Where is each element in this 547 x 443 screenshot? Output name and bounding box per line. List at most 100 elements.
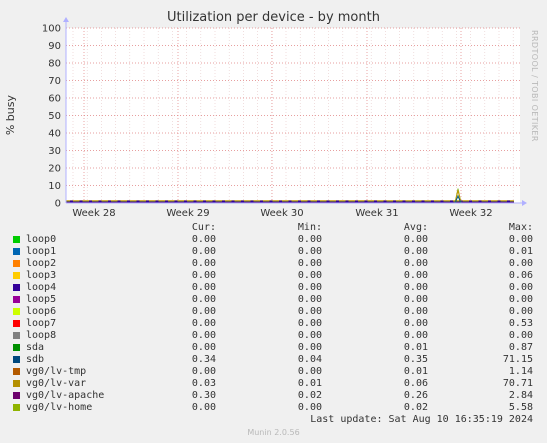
legend-row: vg0/lv-var 0.03 0.01 0.06 70.71 bbox=[0, 378, 547, 390]
legend-value-cur: 0.00 bbox=[191, 270, 216, 281]
y-tick-label: 10 bbox=[48, 181, 61, 192]
legend-header-row: Cur: Min: Avg: Max: bbox=[0, 222, 547, 234]
y-tick-label: 0 bbox=[55, 199, 61, 210]
legend-value-max: 0.00 bbox=[508, 294, 533, 305]
legend-value-avg: 0.06 bbox=[403, 378, 428, 389]
y-tick-label: 20 bbox=[48, 164, 61, 175]
header-cur: Cur: bbox=[191, 222, 216, 233]
legend-value-avg: 0.00 bbox=[403, 270, 428, 281]
legend-value-max: 0.87 bbox=[508, 342, 533, 353]
legend-value-min: 0.00 bbox=[297, 306, 322, 317]
legend-swatch bbox=[13, 404, 20, 411]
legend-device-name: loop1 bbox=[26, 246, 57, 257]
legend-value-cur: 0.00 bbox=[191, 330, 216, 341]
legend-value-min: 0.00 bbox=[297, 342, 322, 353]
legend-value-avg: 0.02 bbox=[403, 402, 428, 413]
legend-value-max: 0.06 bbox=[508, 270, 533, 281]
legend-value-max: 71.15 bbox=[502, 354, 533, 365]
legend-row: vg0/lv-tmp 0.00 0.00 0.01 1.14 bbox=[0, 366, 547, 378]
legend-row: loop7 0.00 0.00 0.00 0.53 bbox=[0, 318, 547, 330]
legend-swatch bbox=[13, 272, 20, 279]
legend-swatch bbox=[13, 380, 20, 387]
legend-swatch bbox=[13, 320, 20, 327]
legend-value-min: 0.00 bbox=[297, 246, 322, 257]
legend-value-avg: 0.00 bbox=[403, 234, 428, 245]
legend-row: loop5 0.00 0.00 0.00 0.00 bbox=[0, 294, 547, 306]
legend-device-name: loop4 bbox=[26, 282, 57, 293]
header-avg: Avg: bbox=[403, 222, 428, 233]
legend-device-name: loop7 bbox=[26, 318, 57, 329]
legend-value-cur: 0.00 bbox=[191, 282, 216, 293]
legend-row: loop4 0.00 0.00 0.00 0.00 bbox=[0, 282, 547, 294]
legend-value-avg: 0.00 bbox=[403, 294, 428, 305]
legend-value-avg: 0.00 bbox=[403, 318, 428, 329]
legend-value-cur: 0.00 bbox=[191, 294, 216, 305]
munin-graph: Utilization per device - by month RRDTOO… bbox=[0, 0, 547, 443]
legend-device-name: vg0/lv-tmp bbox=[26, 366, 87, 377]
legend-value-cur: 0.00 bbox=[191, 258, 216, 269]
last-update: Last update: Sat Aug 10 16:35:19 2024 bbox=[310, 414, 533, 425]
legend-row: loop6 0.00 0.00 0.00 0.00 bbox=[0, 306, 547, 318]
legend-value-avg: 0.35 bbox=[403, 354, 428, 365]
legend-swatch bbox=[13, 296, 20, 303]
legend-value-min: 0.00 bbox=[297, 294, 322, 305]
munin-version: Munin 2.0.56 bbox=[247, 428, 300, 437]
y-tick-label: 70 bbox=[48, 76, 61, 87]
legend-value-min: 0.00 bbox=[297, 330, 322, 341]
legend-swatch bbox=[13, 248, 20, 255]
x-axis-arrow bbox=[522, 200, 527, 206]
legend-row: loop8 0.00 0.00 0.00 0.00 bbox=[0, 330, 547, 342]
legend-row: loop3 0.00 0.00 0.00 0.06 bbox=[0, 270, 547, 282]
legend-swatch bbox=[13, 356, 20, 363]
y-tick-label: 30 bbox=[48, 146, 61, 157]
legend-swatch bbox=[13, 284, 20, 291]
legend-device-name: sdb bbox=[26, 354, 45, 365]
legend-value-cur: 0.00 bbox=[191, 402, 216, 413]
legend-value-min: 0.00 bbox=[297, 270, 322, 281]
x-tick-label: Week 31 bbox=[355, 208, 398, 219]
y-tick-label: 50 bbox=[48, 111, 61, 122]
legend-value-min: 0.00 bbox=[297, 258, 322, 269]
legend-value-cur: 0.00 bbox=[191, 366, 216, 377]
legend-value-min: 0.00 bbox=[297, 402, 322, 413]
legend-row: loop0 0.00 0.00 0.00 0.00 bbox=[0, 234, 547, 246]
legend-row: loop1 0.00 0.00 0.00 0.01 bbox=[0, 246, 547, 258]
plot-area bbox=[66, 28, 520, 203]
legend-value-cur: 0.34 bbox=[191, 354, 216, 365]
legend-value-min: 0.00 bbox=[297, 366, 322, 377]
legend-row: sdb 0.34 0.04 0.35 71.15 bbox=[0, 354, 547, 366]
x-tick-label: Week 29 bbox=[166, 208, 209, 219]
legend-device-name: loop8 bbox=[26, 330, 57, 341]
legend-value-avg: 0.01 bbox=[403, 366, 428, 377]
x-tick-label: Week 28 bbox=[72, 208, 115, 219]
legend-device-name: loop2 bbox=[26, 258, 57, 269]
legend-value-cur: 0.03 bbox=[191, 378, 216, 389]
legend-value-cur: 0.30 bbox=[191, 390, 216, 401]
legend-device-name: vg0/lv-apache bbox=[26, 390, 105, 401]
legend-value-max: 0.00 bbox=[508, 306, 533, 317]
legend-row: vg0/lv-home 0.00 0.00 0.02 5.58 bbox=[0, 402, 547, 414]
y-axis-arrow bbox=[63, 17, 69, 22]
legend-value-avg: 0.00 bbox=[403, 330, 428, 341]
x-tick-label: Week 30 bbox=[260, 208, 303, 219]
legend-device-name: sda bbox=[26, 342, 45, 353]
chart-canvas: 0 10 20 30 40 50 60 70 80 90 100 Week 28 Week 29 Week… bbox=[42, 17, 527, 219]
legend-swatch bbox=[13, 260, 20, 267]
legend-value-avg: 0.00 bbox=[403, 246, 428, 257]
legend-swatch bbox=[13, 344, 20, 351]
legend-value-max: 2.84 bbox=[508, 390, 533, 401]
legend-swatch bbox=[13, 236, 20, 243]
legend-device-name: loop5 bbox=[26, 294, 57, 305]
legend-value-cur: 0.00 bbox=[191, 306, 216, 317]
legend-device-name: loop3 bbox=[26, 270, 57, 281]
legend-value-max: 0.00 bbox=[508, 258, 533, 269]
legend-device-name: loop6 bbox=[26, 306, 57, 317]
legend-row: vg0/lv-apache 0.30 0.02 0.26 2.84 bbox=[0, 390, 547, 402]
y-tick-label: 40 bbox=[48, 129, 61, 140]
legend-value-max: 0.00 bbox=[508, 282, 533, 293]
legend-value-max: 5.58 bbox=[508, 402, 533, 413]
legend-device-name: loop0 bbox=[26, 234, 57, 245]
header-max: Max: bbox=[508, 222, 533, 233]
legend-value-cur: 0.00 bbox=[191, 234, 216, 245]
legend-swatch bbox=[13, 332, 20, 339]
